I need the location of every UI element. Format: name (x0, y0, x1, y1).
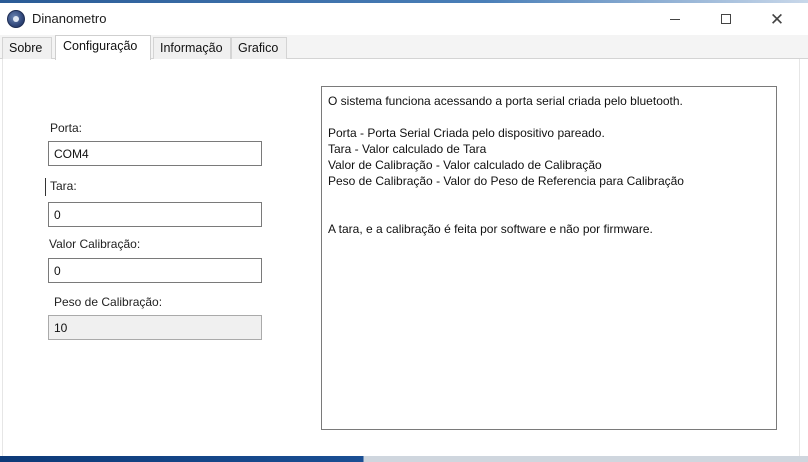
minimize-button[interactable] (652, 3, 698, 35)
peso-calibracao-label: Peso de Calibração: (54, 295, 163, 309)
maximize-button[interactable] (703, 3, 749, 35)
info-line-valor: Valor de Calibração - Valor calculado de… (328, 158, 602, 172)
info-line-note: A tara, e a calibração é feita por softw… (328, 222, 653, 236)
tab-informacao[interactable]: Informação (153, 37, 231, 59)
taskbar-strip (0, 456, 808, 462)
info-line-peso: Peso de Calibração - Valor do Peso de Re… (328, 174, 684, 188)
tab-configuracao[interactable]: Configuração (55, 35, 151, 60)
valor-calibracao-input[interactable] (48, 258, 262, 283)
config-panel: Porta: Tara: Valor Calibração: Peso de C… (0, 59, 808, 462)
porta-label: Porta: (50, 121, 83, 135)
info-line-intro: O sistema funciona acessando a porta ser… (328, 94, 683, 108)
peso-calibracao-input[interactable] (48, 315, 262, 340)
tab-strip: Sobre Configuração Informação Grafico (0, 35, 808, 60)
app-window: Dinanometro ✕ Sobre Configuração Informa… (0, 0, 808, 462)
app-gauge-icon (7, 10, 25, 28)
valor-calibracao-label: Valor Calibração: (49, 237, 141, 251)
close-icon: ✕ (769, 9, 785, 29)
info-textbox[interactable]: O sistema funciona acessando a porta ser… (321, 86, 777, 430)
minimize-icon (670, 18, 680, 20)
text-cursor-icon (45, 178, 51, 196)
info-line-porta: Porta - Porta Serial Criada pelo disposi… (328, 126, 605, 140)
porta-input[interactable] (48, 141, 262, 166)
tab-sobre[interactable]: Sobre (2, 37, 52, 59)
maximize-icon (721, 14, 731, 24)
tab-grafico[interactable]: Grafico (231, 37, 287, 59)
window-title: Dinanometro (32, 11, 107, 26)
close-button[interactable]: ✕ (754, 3, 800, 35)
tara-input[interactable] (48, 202, 262, 227)
info-line-tara: Tara - Valor calculado de Tara (328, 142, 487, 156)
title-bar[interactable]: Dinanometro ✕ (0, 3, 808, 35)
tara-label: Tara: (50, 179, 77, 193)
